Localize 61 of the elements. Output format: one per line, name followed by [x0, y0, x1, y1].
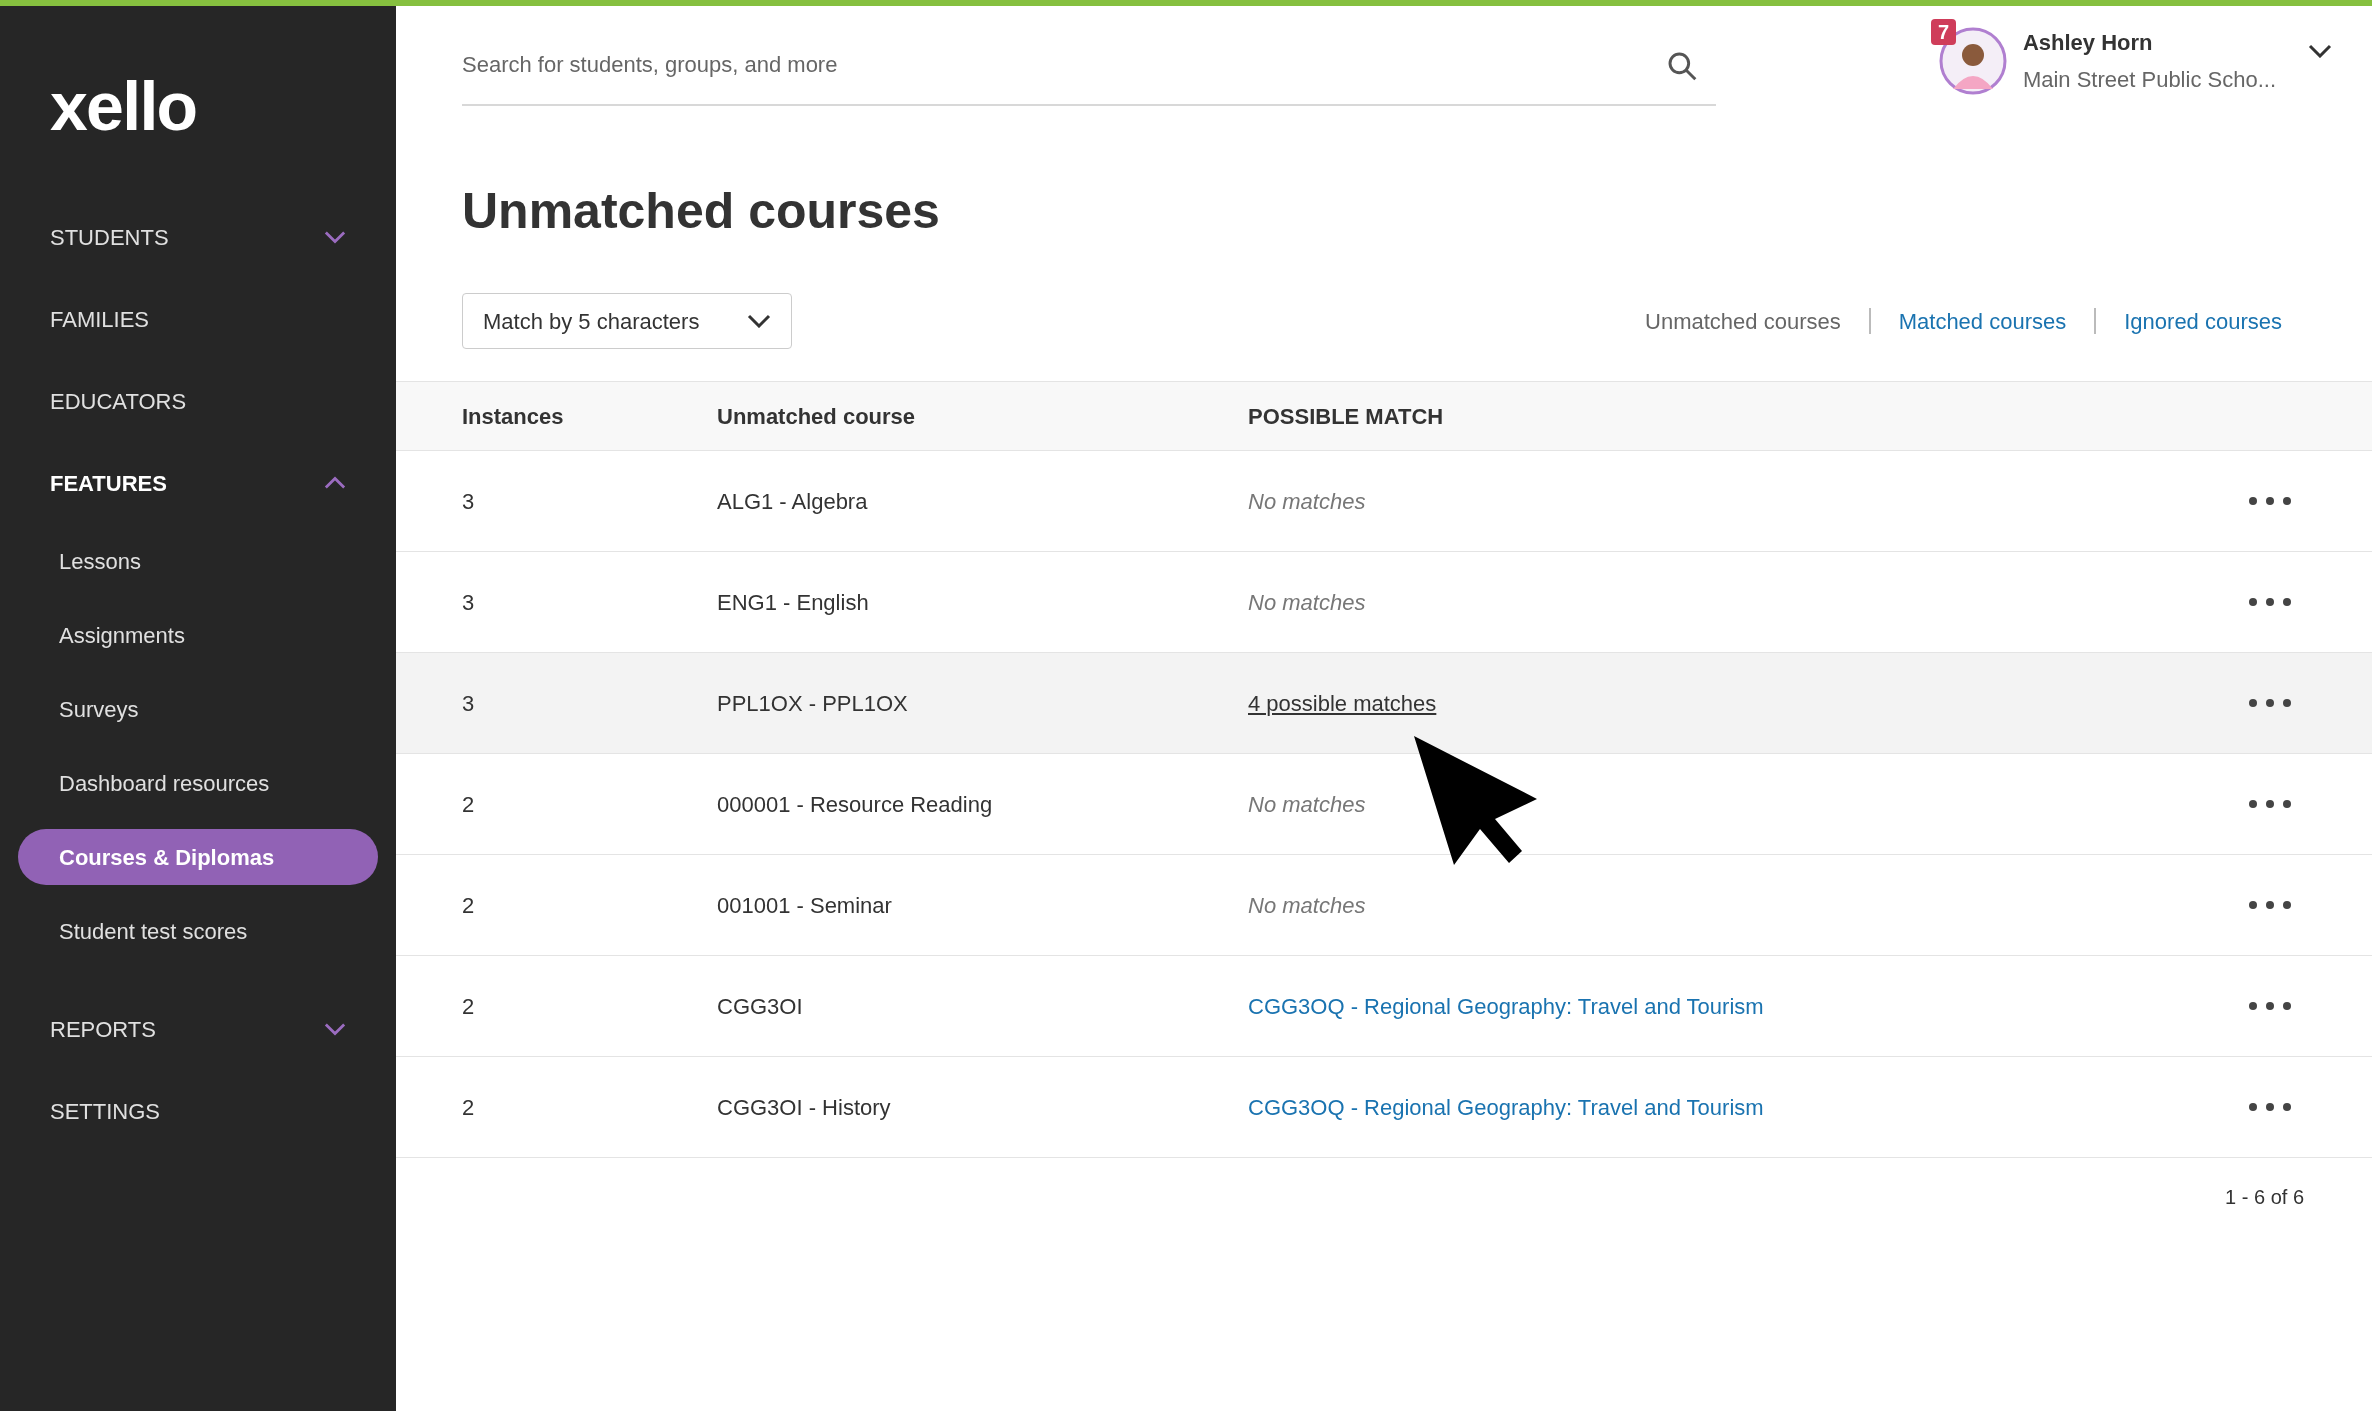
matched-course-link[interactable]: CGG3OQ - Regional Geography: Travel and Tourism: [1248, 993, 1764, 1019]
match-dropdown[interactable]: Match by 5 characters: [462, 293, 792, 349]
possible-matches-link[interactable]: 4 possible matches: [1248, 690, 1437, 716]
sidebar-subitem[interactable]: Student test scores: [18, 903, 378, 959]
chevron-down-icon: [324, 230, 346, 244]
match-text: No matches: [1248, 488, 1366, 514]
search-field[interactable]: Search for students, groups, and more: [462, 26, 1716, 106]
logo: xello: [50, 72, 197, 140]
sidebar-subitem[interactable]: Courses & Diplomas: [18, 829, 378, 885]
sidebar-item[interactable]: EDUCATORS: [20, 360, 376, 442]
table-cell-text: 3: [462, 487, 476, 516]
more-icon[interactable]: [2248, 698, 2292, 708]
table-cell-text: 3: [462, 689, 476, 718]
sidebar-item[interactable]: SETTINGS: [20, 1070, 376, 1152]
search-icon[interactable]: [1666, 50, 1698, 82]
sidebar-subitem[interactable]: Assignments: [18, 607, 378, 663]
matched-course-link[interactable]: CGG3OQ - Regional Geography: Travel and Tourism: [1248, 1094, 1764, 1120]
sidebar-item[interactable]: FAMILIES: [20, 278, 376, 360]
column-header: Unmatched course: [717, 402, 917, 431]
sidebar-item[interactable]: FEATURES: [20, 442, 376, 524]
table-cell-text: 000001 - Resource Reading: [717, 790, 994, 819]
view-tab[interactable]: Matched courses: [1898, 304, 2067, 338]
table-cell-text: 2: [462, 790, 476, 819]
table-cell-text: 2: [462, 891, 476, 920]
pagination-text: 1 - 6 of 6: [2225, 1185, 2304, 1210]
sidebar-item[interactable]: REPORTS: [20, 988, 376, 1070]
match-text: No matches: [1248, 791, 1366, 817]
chevron-down-icon: [2308, 44, 2332, 58]
more-icon[interactable]: [2248, 900, 2292, 910]
table-cell-text: 2: [462, 992, 476, 1021]
notification-badge: 7: [1930, 19, 1956, 45]
more-icon[interactable]: [2248, 496, 2292, 506]
match-text: No matches: [1248, 589, 1366, 615]
sidebar-subitem[interactable]: Dashboard resources: [18, 755, 378, 811]
table-cell-text: PPL1OX - PPL1OX: [717, 689, 909, 718]
table-cell-text: 001001 - Seminar: [717, 891, 893, 920]
sidebar-subitem[interactable]: Surveys: [18, 681, 378, 737]
avatar[interactable]: [1938, 27, 2007, 95]
more-icon[interactable]: [2248, 597, 2292, 607]
table-cell-text: ENG1 - English: [717, 588, 870, 617]
table-cell-text: CGG3OI - History: [717, 1093, 892, 1122]
table-cell-text: ALG1 - Algebra: [717, 487, 869, 516]
sidebar-subitem[interactable]: Lessons: [18, 533, 378, 589]
view-tab[interactable]: Ignored courses: [2124, 304, 2282, 338]
chevron-up-icon: [324, 476, 346, 490]
match-text: No matches: [1248, 892, 1366, 918]
sidebar-item[interactable]: STUDENTS: [20, 196, 376, 278]
more-icon[interactable]: [2248, 1102, 2292, 1112]
more-icon[interactable]: [2248, 1001, 2292, 1011]
school-name: Main Street Public Scho...: [2022, 66, 2276, 94]
user-name: Ashley Horn: [2022, 29, 2154, 57]
chevron-down-icon: [747, 314, 771, 328]
column-header: POSSIBLE MATCH: [1248, 402, 1444, 431]
more-icon[interactable]: [2248, 799, 2292, 809]
page-title: Unmatched courses: [461, 182, 941, 241]
chevron-down-icon: [324, 1022, 346, 1036]
table-cell-text: 3: [462, 588, 476, 617]
table-cell-text: 2: [462, 1093, 476, 1122]
table-cell-text: CGG3OI: [717, 992, 804, 1021]
view-tab[interactable]: Unmatched courses: [1645, 304, 1841, 338]
column-header: Instances: [462, 402, 565, 431]
